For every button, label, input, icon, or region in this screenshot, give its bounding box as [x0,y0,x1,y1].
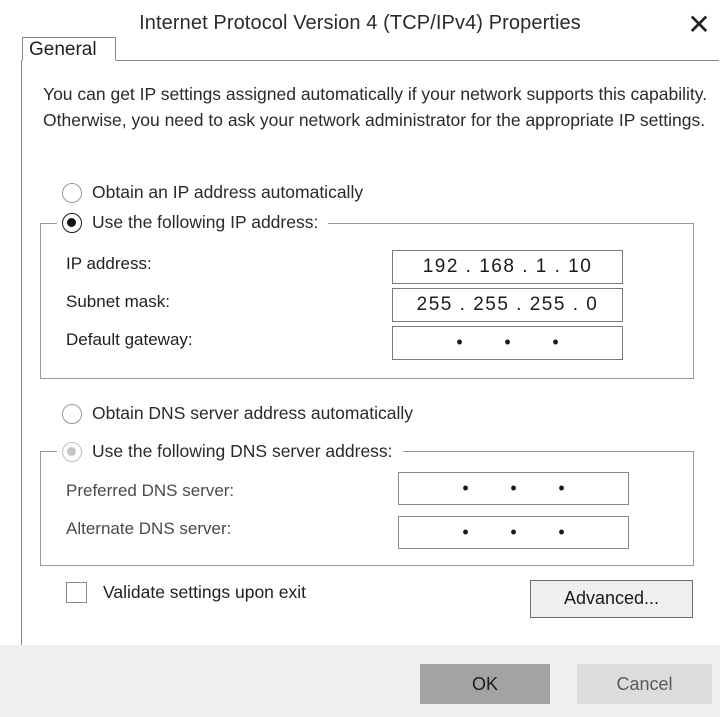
octet-separator: • [552,332,559,352]
preferred-dns-label: Preferred DNS server: [66,481,235,500]
default-gateway-label: Default gateway: [66,330,193,349]
tcpip-properties-dialog: Internet Protocol Version 4 (TCP/IPv4) P… [0,0,720,717]
radio-button-checked-disabled-icon[interactable] [62,441,82,462]
octet-separator: • [558,478,565,498]
subnet-mask-label: Subnet mask: [66,292,170,311]
octet-separator: • [462,522,469,542]
radio-use-following-ip[interactable]: Use the following IP address: [57,212,329,233]
intro-text: You can get IP settings assigned automat… [43,84,708,130]
tab-general[interactable]: General [22,37,116,61]
octet-separator: • [462,478,469,498]
radio-obtain-dns-auto[interactable]: Obtain DNS server address automatically [62,403,423,424]
octet-separator: • [456,332,463,352]
close-icon[interactable]: ✕ [683,9,715,41]
validate-settings-checkbox[interactable] [66,582,87,603]
octet-separator: • [558,522,565,542]
ip-address-label: IP address: [66,254,152,273]
window-title: Internet Protocol Version 4 (TCP/IPv4) P… [139,12,581,34]
radio-button-unchecked-icon[interactable] [62,403,82,424]
advanced-button[interactable]: Advanced... [530,580,693,618]
ok-button[interactable]: OK [420,664,550,704]
radio-obtain-dns-auto-label: Obtain DNS server address automatically [92,403,413,423]
alternate-dns-input[interactable]: • • • [398,516,629,549]
validate-settings-label[interactable]: Validate settings upon exit [103,582,306,603]
subnet-mask-input[interactable]: 255 . 255 . 255 . 0 [392,288,623,322]
radio-button-checked-icon[interactable] [62,212,82,233]
octet-separator: • [510,478,517,498]
radio-use-following-ip-label: Use the following IP address: [92,212,319,232]
radio-obtain-ip-auto[interactable]: Obtain an IP address automatically [62,182,374,203]
cancel-button[interactable]: Cancel [577,664,712,704]
octet-separator: • [510,522,517,542]
preferred-dns-input[interactable]: • • • [398,472,629,505]
radio-obtain-ip-auto-label: Obtain an IP address automatically [92,182,364,202]
ip-address-input[interactable]: 192 . 168 . 1 . 10 [392,250,623,284]
default-gateway-input[interactable]: • • • [392,326,623,360]
radio-use-following-dns-label: Use the following DNS server address: [92,441,393,461]
alternate-dns-label: Alternate DNS server: [66,519,232,538]
octet-separator: • [504,332,511,352]
radio-use-following-dns[interactable]: Use the following DNS server address: [57,441,403,462]
radio-button-unchecked-icon[interactable] [62,182,82,203]
